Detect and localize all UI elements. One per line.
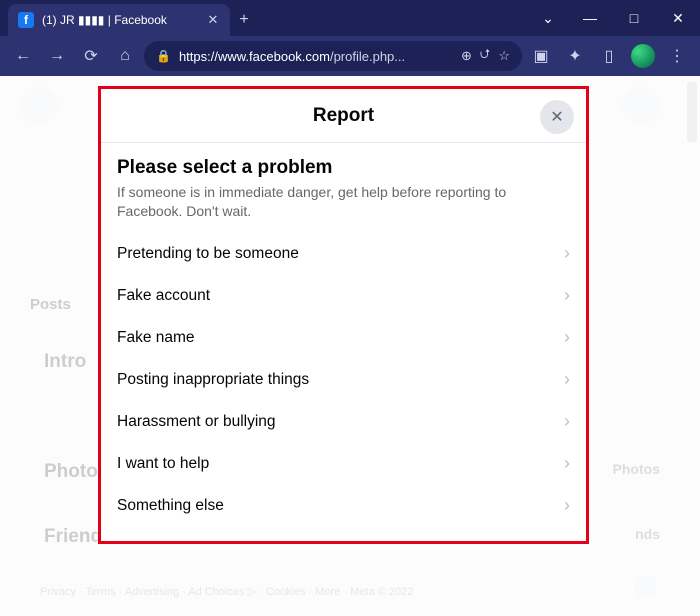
report-option-fake-account[interactable]: Fake account ›	[117, 275, 570, 317]
section-subtitle: If someone is in immediate danger, get h…	[117, 183, 570, 221]
chevron-right-icon: ›	[564, 453, 570, 474]
report-modal: Report ✕ Please select a problem If some…	[101, 89, 586, 541]
chevron-right-icon: ›	[564, 495, 570, 516]
option-label: Fake name	[117, 329, 195, 347]
back-button[interactable]: ←	[8, 41, 38, 71]
profile-avatar[interactable]	[628, 41, 658, 71]
sidepanel-icon[interactable]: ▯	[594, 41, 624, 71]
modal-title: Report	[313, 105, 374, 127]
tab-title: (1) JR ▮▮▮▮ | Facebook	[42, 13, 198, 27]
browser-toolbar: ← → ⟳ ⌂ 🔒 https://www.facebook.com/profi…	[0, 36, 700, 76]
window-titlebar: f (1) JR ▮▮▮▮ | Facebook ✕ + ⌄ — □ ✕	[0, 0, 700, 36]
address-bar[interactable]: 🔒 https://www.facebook.com/profile.php..…	[144, 41, 522, 71]
modal-header: Report ✕	[101, 89, 586, 143]
option-label: Fake account	[117, 287, 210, 305]
window-controls: ⌄ — □ ✕	[528, 0, 700, 36]
chevron-right-icon: ›	[564, 369, 570, 390]
facebook-favicon: f	[18, 12, 34, 28]
chevron-right-icon: ›	[564, 285, 570, 306]
url-text: https://www.facebook.com/profile.php...	[179, 49, 453, 64]
forward-button[interactable]: →	[42, 41, 72, 71]
share-icon[interactable]: ⮍	[480, 45, 490, 67]
report-option-fake-name[interactable]: Fake name ›	[117, 317, 570, 359]
option-label: Something else	[117, 497, 224, 515]
option-label: I want to help	[117, 455, 209, 473]
modal-close-button[interactable]: ✕	[540, 100, 574, 134]
zoom-icon[interactable]: ⊕	[461, 48, 472, 64]
reading-list-icon[interactable]: ▣	[526, 41, 556, 71]
lock-icon: 🔒	[156, 49, 171, 63]
home-button[interactable]: ⌂	[110, 41, 140, 71]
chevron-right-icon: ›	[564, 327, 570, 348]
report-modal-highlight: Report ✕ Please select a problem If some…	[98, 86, 589, 544]
option-label: Harassment or bullying	[117, 413, 276, 431]
extensions-icon[interactable]: ✦	[560, 41, 590, 71]
new-tab-button[interactable]: +	[230, 4, 258, 36]
browser-tab[interactable]: f (1) JR ▮▮▮▮ | Facebook ✕	[8, 4, 230, 36]
chevron-right-icon: ›	[564, 243, 570, 264]
report-option-harassment[interactable]: Harassment or bullying ›	[117, 401, 570, 443]
window-maximize-button[interactable]: □	[612, 0, 656, 36]
chevron-right-icon: ›	[564, 411, 570, 432]
reload-button[interactable]: ⟳	[76, 41, 106, 71]
avatar	[631, 44, 655, 68]
tabs-dropdown-icon[interactable]: ⌄	[528, 0, 568, 36]
option-label: Posting inappropriate things	[117, 371, 309, 389]
close-icon: ✕	[550, 107, 563, 127]
report-option-pretending[interactable]: Pretending to be someone ›	[117, 233, 570, 275]
close-tab-icon[interactable]: ✕	[206, 13, 220, 27]
modal-body: Please select a problem If someone is in…	[101, 143, 586, 541]
browser-menu-icon[interactable]: ⋮	[662, 41, 692, 71]
report-option-inappropriate[interactable]: Posting inappropriate things ›	[117, 359, 570, 401]
section-title: Please select a problem	[117, 157, 570, 179]
report-option-want-help[interactable]: I want to help ›	[117, 443, 570, 485]
bookmark-star-icon[interactable]: ☆	[498, 48, 510, 64]
option-label: Pretending to be someone	[117, 245, 299, 263]
window-close-button[interactable]: ✕	[656, 0, 700, 36]
report-option-something-else[interactable]: Something else ›	[117, 485, 570, 527]
window-minimize-button[interactable]: —	[568, 0, 612, 36]
